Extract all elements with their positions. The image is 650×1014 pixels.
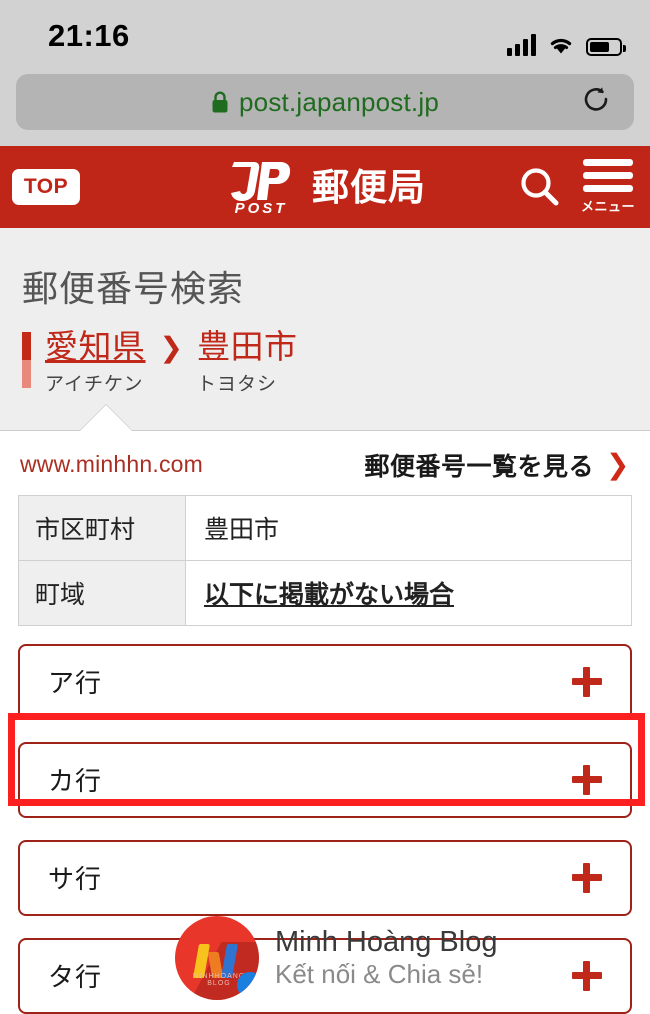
blog-tagline: Kết nối & Chia sẻ! <box>275 959 484 990</box>
site-brand[interactable]: POST 郵便局 <box>224 158 426 217</box>
header-actions: メニュー <box>518 159 636 215</box>
lock-icon <box>211 91 229 114</box>
phone-screen: 21:16 post.japanpost.jp TOP POST 郵便局 メニュ… <box>0 0 650 1014</box>
jp-post-logo-icon: POST <box>224 158 298 217</box>
site-header: TOP POST 郵便局 メニュー <box>0 146 650 228</box>
accordion-sa-row[interactable]: サ行 <box>18 839 632 916</box>
blog-watermark-text: Minh Hoàng Blog Kết nối & Chia sẻ! <box>275 926 497 991</box>
jp-post-sub-label: POST <box>234 200 288 217</box>
plus-icon[interactable] <box>572 666 602 697</box>
breadcrumb-city-kana: トヨタシ <box>196 373 277 395</box>
address-bar[interactable]: post.japanpost.jp <box>16 74 634 130</box>
brand-name: 郵便局 <box>312 166 426 208</box>
blog-watermark: MINHHOANG BLOG Minh Hoàng Blog Kết nối &… <box>175 916 497 1000</box>
battery-icon <box>586 38 626 56</box>
blog-logo-dot-icon <box>237 972 259 998</box>
accordion-label: タ行 <box>48 962 103 993</box>
status-time: 21:16 <box>48 18 130 53</box>
breadcrumb-separator-icon: ❯ <box>159 332 183 363</box>
view-postcode-list-link[interactable]: 郵便番号一覧を見る ❯ <box>365 447 630 483</box>
chevron-right-icon: ❯ <box>606 449 630 481</box>
search-icon[interactable] <box>518 165 562 209</box>
menu-label: メニュー <box>580 199 635 214</box>
reload-icon[interactable] <box>582 86 612 118</box>
accordion-a-row[interactable]: ア行 <box>18 643 632 720</box>
hamburger-menu-icon[interactable]: メニュー <box>580 159 636 215</box>
plus-icon[interactable] <box>572 960 602 991</box>
breadcrumb-marker-icon <box>22 332 31 388</box>
signal-bars-icon <box>507 34 536 56</box>
page-heading-section: 郵便番号検索 愛知県 アイチケン ❯ 豊田市 トヨタシ <box>0 228 650 431</box>
address-info-table: 市区町村 豊田市 町域 以下に掲載がない場合 <box>18 494 632 626</box>
breadcrumb-city-label: 豊田市 <box>196 328 298 365</box>
table-header-area: 町域 <box>18 559 186 626</box>
accordion-ka-row[interactable]: カ行 <box>18 741 632 818</box>
breadcrumb-item-prefecture[interactable]: 愛知県 アイチケン <box>45 328 146 396</box>
breadcrumb-item-city: 豊田市 トヨタシ <box>196 328 298 396</box>
table-value-municipality: 豊田市 <box>185 494 632 561</box>
minh-hoang-blog-logo-icon: MINHHOANG BLOG <box>175 916 259 1000</box>
breadcrumb-prefecture-kana: アイチケン <box>45 373 144 395</box>
watermark-url: www.minhhn.com <box>20 451 204 478</box>
status-icons <box>507 22 626 56</box>
accordion-label: サ行 <box>48 864 103 895</box>
status-bar: 21:16 <box>0 0 650 74</box>
top-button[interactable]: TOP <box>12 169 80 205</box>
url-text: post.japanpost.jp <box>239 86 439 117</box>
plus-icon[interactable] <box>572 764 602 795</box>
hamburger-bars <box>583 159 633 192</box>
plus-icon[interactable] <box>572 862 602 893</box>
table-value-area[interactable]: 以下に掲載がない場合 <box>185 559 632 626</box>
table-header-municipality: 市区町村 <box>18 494 186 561</box>
section-notch-icon <box>80 404 132 431</box>
page-title: 郵便番号検索 <box>22 268 245 309</box>
breadcrumb-prefecture-label: 愛知県 <box>45 328 146 365</box>
meta-row: www.minhhn.com 郵便番号一覧を見る ❯ <box>18 431 632 495</box>
table-row: 町域 以下に掲載がない場合 <box>18 559 632 626</box>
wifi-icon <box>547 34 575 56</box>
blog-title: Minh Hoàng Blog <box>275 925 498 958</box>
table-row: 市区町村 豊田市 <box>18 494 632 561</box>
accordion-label: ア行 <box>48 668 103 699</box>
accordion-label: カ行 <box>48 766 103 797</box>
browser-chrome: post.japanpost.jp <box>0 74 650 146</box>
view-postcode-list-label: 郵便番号一覧を見る <box>364 452 595 481</box>
